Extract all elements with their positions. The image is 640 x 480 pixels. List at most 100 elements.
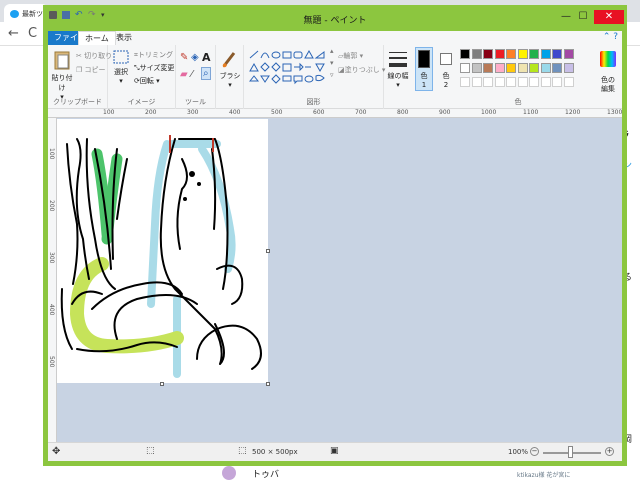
resize-button[interactable]: ⤡サイズ変更 [134,63,174,73]
brushes-label: ブラシ [219,72,241,80]
palette-swatch[interactable] [552,49,562,59]
crop-button[interactable]: ⌗トリミング [134,50,173,60]
custom-color-slot[interactable] [460,77,470,87]
custom-color-slot[interactable] [540,77,551,87]
close-button[interactable]: ✕ [594,10,624,24]
cut-button[interactable]: ✂ 切り取り [76,51,112,61]
custom-color-slot[interactable] [494,77,505,87]
color-palette: 色 [458,45,578,109]
refresh-icon[interactable]: C [28,26,37,41]
copy-label: コピー [84,66,106,74]
fill-label: 塗りつぶし [344,66,380,74]
custom-color-slot[interactable] [517,77,528,87]
tweet-author: トゥバ [252,470,280,480]
resize-handle-right[interactable] [266,249,270,253]
crop-label: トリミング [137,51,173,59]
eraser-icon[interactable]: ▰ [180,69,188,80]
help-icon[interactable]: ⌃ ? [603,32,618,42]
colors-group-label: 色 [514,98,522,106]
palette-swatch[interactable] [460,49,470,59]
custom-color-slot[interactable] [552,77,562,87]
group-tools: ✎ ◈ A ▰ ⁄ ⌕ ツール [176,45,216,109]
ruler-tick-label: 1200 [565,109,581,116]
scroll-down-icon[interactable]: ▾ [330,59,334,67]
color1-button[interactable]: 色 1 [414,45,434,109]
cursor-position-icon: ✥ [52,446,61,457]
ruler-tick-label: 900 [439,109,451,116]
rotate-button[interactable]: ⟳回転 ▾ [134,76,160,86]
ruler-tick-label: 800 [397,109,409,116]
paste-button[interactable]: 貼り付け ▾ [50,49,74,101]
fill-button[interactable]: ◪塗りつぶし ▾ [338,65,385,75]
zoom-out-button[interactable]: − [530,447,539,456]
shapes-group-label: 図形 [306,98,321,106]
palette-swatch[interactable] [529,63,539,73]
avatar[interactable] [222,466,236,480]
color2-button[interactable]: 色 2 [436,45,456,109]
tab-view[interactable]: 表示 [110,31,138,45]
palette-swatch[interactable] [517,49,528,59]
gallery-expand-icon[interactable]: ▿ [330,71,334,79]
edit-colors-button[interactable]: 色の 編集 [596,45,620,109]
ruler-tick-label: 600 [313,109,325,116]
palette-swatch[interactable] [552,63,562,73]
ruler-tick-label: 200 [145,109,157,116]
color1-number: 1 [421,81,427,89]
zoom-in-button[interactable]: + [605,447,614,456]
custom-color-slot[interactable] [506,77,516,87]
size-button[interactable]: 線の幅 ▾ [386,49,410,89]
palette-swatch[interactable] [494,63,505,73]
palette-swatch[interactable] [540,63,551,73]
outline-button[interactable]: ▱輪郭 ▾ [338,51,363,61]
palette-swatch[interactable] [460,63,470,73]
ribbon-tabs: ファイル ホーム 表示 ⌃ ? [48,31,622,45]
resize-label: サイズ変更 [139,64,175,72]
line-width-icon [389,52,407,67]
magnifier-icon[interactable]: ⌕ [201,67,211,80]
text-tool-icon[interactable]: A [202,51,211,64]
shapes-gallery[interactable] [248,49,328,87]
minimize-button[interactable]: — [557,10,575,24]
select-label: 選択 [114,68,128,76]
copy-button[interactable]: ❐ コピー [76,65,106,75]
select-button[interactable]: 選択 ▾ [110,49,132,85]
palette-swatch[interactable] [471,63,482,73]
custom-color-slot[interactable] [483,77,493,87]
brushes-button[interactable]: ブラシ ▾ [218,49,242,89]
resize-handle-corner[interactable] [266,382,270,386]
color-picker-icon[interactable]: ⁄ [191,69,193,80]
zoom-slider-thumb[interactable] [568,446,573,458]
custom-color-slot[interactable] [529,77,539,87]
window-title: 無題 - ペイント [303,16,367,26]
custom-color-slot[interactable] [563,77,574,87]
file-size-icon: ▣ [330,446,339,456]
drawing-canvas[interactable] [57,119,268,383]
ruler-tick-label: 1000 [481,109,497,116]
resize-handle-bottom[interactable] [160,382,164,386]
ruler-tick-label: 500 [271,109,283,116]
palette-swatch[interactable] [471,49,482,59]
palette-swatch[interactable] [563,49,574,59]
palette-swatch[interactable] [517,63,528,73]
title-bar[interactable]: ↶ ↷ ▾ 無題 - ペイント — ☐ ✕ [43,5,627,31]
palette-swatch[interactable] [506,49,516,59]
back-arrow-icon[interactable]: ← [8,26,19,41]
ruler-tick-label: 500 [48,356,55,368]
custom-color-slot[interactable] [471,77,482,87]
palette-swatch[interactable] [529,49,539,59]
group-size: 線の幅 ▾ [384,45,412,109]
browser-tab[interactable]: 最新ツイート [4,4,48,22]
fill-icon[interactable]: ◈ [191,52,199,63]
palette-swatch[interactable] [540,49,551,59]
maximize-button[interactable]: ☐ [574,10,592,24]
scroll-up-icon[interactable]: ▴ [330,47,334,55]
palette-swatch[interactable] [483,63,493,73]
twitter-icon [10,10,19,18]
pencil-icon[interactable]: ✎ [180,52,188,63]
ruler-tick-label: 100 [103,109,115,116]
palette-swatch[interactable] [494,49,505,59]
palette-swatch[interactable] [506,63,516,73]
palette-swatch[interactable] [483,49,493,59]
palette-swatch[interactable] [563,63,574,73]
selection-size-icon: ⬚ [146,446,155,456]
